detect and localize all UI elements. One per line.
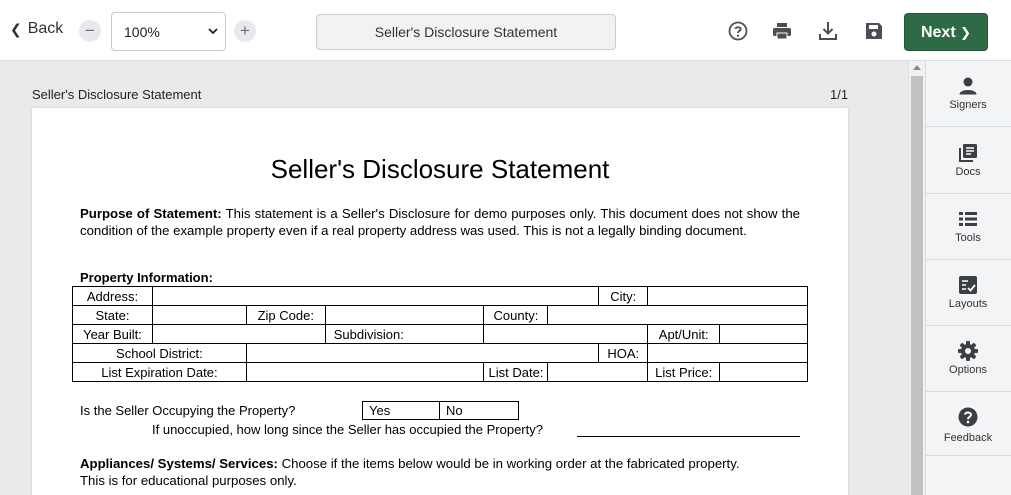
year-built-label: Year Built: [72, 324, 153, 344]
county-label: County: [483, 305, 549, 325]
unoccupied-question: If unoccupied, how long since the Seller… [152, 422, 543, 437]
back-label: Back [27, 20, 64, 37]
sidebar-label-tools: Tools [955, 232, 981, 244]
address-label: Address: [72, 286, 153, 306]
city-field[interactable] [647, 286, 808, 306]
zip-field[interactable] [324, 305, 485, 325]
yes-option[interactable]: Yes [362, 401, 440, 420]
person-icon [959, 77, 977, 95]
occupying-question: Is the Seller Occupying the Property? [80, 403, 296, 418]
state-label: State: [72, 305, 153, 325]
list-date-label: List Date: [483, 362, 549, 382]
zoom-out-button[interactable]: − [79, 20, 101, 42]
zoom-in-button[interactable]: + [234, 20, 256, 42]
download-icon[interactable] [817, 20, 839, 42]
document-title-field[interactable]: Seller's Disclosure Statement [316, 14, 616, 50]
save-icon[interactable] [863, 20, 885, 42]
zoom-value: 100% [124, 24, 160, 40]
chevron-down-icon [208, 28, 218, 35]
property-info-table: Address: City: State: Zip Code: County: … [72, 286, 808, 382]
sidebar-item-tools[interactable]: Tools [926, 194, 1011, 260]
question-icon [958, 407, 978, 427]
year-built-field[interactable] [151, 324, 326, 344]
zoom-select[interactable]: 100% [111, 12, 226, 51]
top-toolbar: ❮ Back − 100% + Seller's Disclosure Stat… [0, 0, 1011, 61]
gear-icon [958, 341, 978, 361]
next-button[interactable]: Next ❯ [904, 13, 988, 51]
back-button[interactable]: ❮ Back [10, 20, 63, 38]
school-district-field[interactable] [245, 343, 600, 363]
school-district-label: School District: [72, 343, 247, 363]
apt-unit-label: Apt/Unit: [647, 324, 721, 344]
sidebar-label-layouts: Layouts [948, 298, 988, 310]
list-price-label: List Price: [647, 362, 721, 382]
appliances-label: Appliances/ Systems/ Services: [80, 456, 278, 471]
right-sidebar: Signers Docs Tools Layouts Options Feedb… [925, 61, 1011, 495]
chevron-left-icon: ❮ [10, 20, 22, 37]
next-label: Next [920, 24, 956, 41]
sidebar-label-options: Options [949, 364, 987, 376]
address-field[interactable] [151, 286, 600, 306]
hoa-label: HOA: [598, 343, 649, 363]
property-info-title: Property Information: [80, 270, 213, 285]
document-page: Seller's Disclosure Statement Purpose of… [32, 108, 848, 495]
chevron-right-icon: ❯ [960, 25, 972, 40]
sidebar-label-signers: Signers [949, 99, 987, 111]
sidebar-item-docs[interactable]: Docs [926, 128, 1011, 194]
apt-unit-field[interactable] [719, 324, 808, 344]
subdivision-label: Subdivision: [324, 324, 485, 344]
state-field[interactable] [151, 305, 247, 325]
sidebar-label-feedback: Feedback [943, 432, 993, 444]
city-label: City: [598, 286, 649, 306]
list-price-field[interactable] [719, 362, 808, 382]
print-icon[interactable] [771, 20, 793, 42]
scrollbar-thumb[interactable] [911, 76, 923, 495]
document-heading: Seller's Disclosure Statement [270, 154, 610, 184]
sidebar-item-signers[interactable]: Signers [926, 61, 1011, 127]
subdivision-field[interactable] [483, 324, 649, 344]
viewer-doc-name: Seller's Disclosure Statement [32, 87, 202, 102]
docs-icon [959, 144, 977, 162]
document-viewer: Seller's Disclosure Statement 1/1 Seller… [0, 61, 908, 495]
occupying-options: Yes No [362, 401, 519, 420]
list-date-field[interactable] [547, 362, 649, 382]
sidebar-item-layouts[interactable]: Layouts [926, 260, 1011, 326]
no-option[interactable]: No [440, 401, 519, 420]
list-icon [959, 212, 977, 226]
scroll-up-arrow-icon[interactable] [913, 65, 921, 70]
page-counter: 1/1 [830, 87, 849, 102]
list-expiration-field[interactable] [245, 362, 485, 382]
appliances-paragraph: Appliances/ Systems/ Services: Choose if… [80, 455, 760, 489]
unoccupied-answer-field[interactable] [577, 436, 800, 437]
sidebar-item-options[interactable]: Options [926, 326, 1011, 392]
help-icon[interactable] [727, 20, 749, 42]
zip-label: Zip Code: [245, 305, 326, 325]
sidebar-item-feedback[interactable]: Feedback [926, 392, 1011, 456]
hoa-field[interactable] [647, 343, 808, 363]
purpose-paragraph: Purpose of Statement: This statement is … [80, 205, 800, 239]
sidebar-label-docs: Docs [955, 166, 981, 178]
county-field[interactable] [547, 305, 808, 325]
layouts-icon [959, 276, 977, 294]
viewer-scrollbar[interactable] [908, 61, 925, 495]
purpose-label: Purpose of Statement: [80, 206, 222, 221]
list-expiration-label: List Expiration Date: [72, 362, 247, 382]
